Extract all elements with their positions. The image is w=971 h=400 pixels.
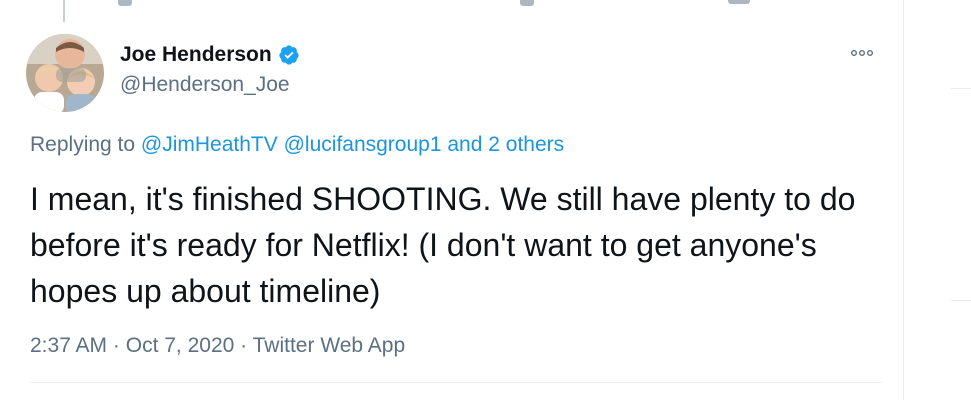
avatar[interactable]	[26, 34, 104, 112]
avatar-image	[26, 34, 104, 112]
author-name-row[interactable]: Joe Henderson	[120, 43, 300, 67]
verified-badge-icon	[278, 44, 300, 66]
tweet-text: I mean, it's finished SHOOTING. We still…	[30, 181, 856, 309]
replying-to-prefix: Replying to	[30, 133, 136, 156]
tweet-metadata: 2:37 AM · Oct 7, 2020 · Twitter Web App	[30, 334, 405, 358]
and-others-link[interactable]: and 2 others	[447, 133, 564, 156]
separator-dot: ·	[240, 334, 248, 357]
tweet-date[interactable]: Oct 7, 2020	[126, 334, 235, 357]
replying-to-line: Replying to @JimHeathTV @lucifansgroup1 …	[30, 133, 564, 157]
divider	[30, 382, 882, 383]
previous-tweet-share-icon	[728, 0, 750, 4]
separator-dot: ·	[112, 334, 120, 357]
mention-link[interactable]: @JimHeathTV	[141, 133, 278, 156]
author-display-name[interactable]: Joe Henderson	[120, 43, 272, 67]
tweet-time[interactable]: 2:37 AM	[30, 334, 107, 357]
tweet-source-link[interactable]: Twitter Web App	[253, 334, 406, 357]
author-handle[interactable]: @Henderson_Joe	[120, 73, 290, 97]
previous-tweet-action-icon	[520, 0, 534, 6]
right-panel-divider	[951, 300, 971, 301]
column-border	[903, 0, 904, 400]
more-options-icon[interactable]	[851, 44, 874, 60]
thread-connector-line	[63, 0, 65, 22]
previous-tweet-action-icon	[118, 0, 132, 6]
mention-link[interactable]: @lucifansgroup1	[284, 133, 442, 156]
right-panel-divider	[951, 88, 971, 89]
